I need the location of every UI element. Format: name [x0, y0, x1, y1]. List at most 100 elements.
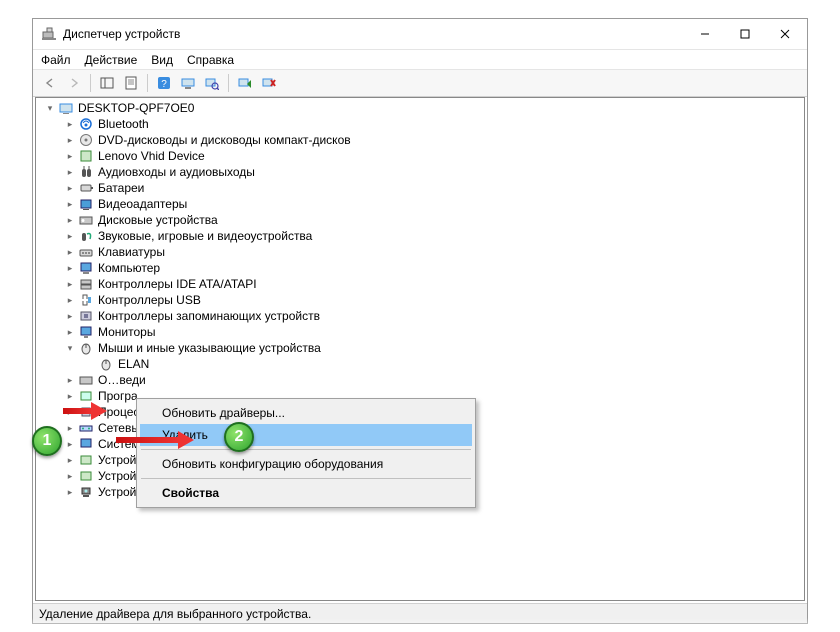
device-category-icon [78, 292, 94, 308]
ctx-rescan[interactable]: Обновить конфигурацию оборудования [140, 453, 472, 475]
menu-file[interactable]: Файл [41, 53, 71, 67]
tree-device-item[interactable]: ELAN [84, 356, 804, 372]
expand-icon[interactable]: ▸ [64, 166, 76, 178]
node-label: Bluetooth [98, 117, 149, 131]
node-label: Контроллеры IDE ATA/ATAPI [98, 277, 257, 291]
tree-category[interactable]: ▸ Bluetooth [64, 116, 804, 132]
annotation-arrow-1 [63, 408, 93, 414]
tree-category[interactable]: ▸О…веди [64, 372, 804, 388]
blur-overlay [0, 618, 840, 632]
tree-category[interactable]: ▸Дисковые устройства [64, 212, 804, 228]
node-label: Контроллеры USB [98, 293, 201, 307]
tree-category[interactable]: ▸ Компьютер [64, 260, 804, 276]
help-icon[interactable]: ? [153, 72, 175, 94]
device-category-icon [78, 180, 94, 196]
expand-icon[interactable]: ▸ [64, 326, 76, 338]
node-label: Мыши и иные указывающие устройства [98, 341, 321, 355]
window-controls [685, 20, 805, 48]
ctx-properties-label: Свойства [162, 486, 219, 500]
expand-icon[interactable]: ▸ [64, 230, 76, 242]
tree-category[interactable]: ▸ Аудиовходы и аудиовыходы [64, 164, 804, 180]
expand-icon[interactable]: ▸ [64, 470, 76, 482]
tree-category[interactable]: ▸ Контроллеры IDE ATA/ATAPI [64, 276, 804, 292]
collapse-icon[interactable]: ▾ [64, 342, 76, 354]
node-label: Клавиатуры [98, 245, 165, 259]
node-label: Програ [98, 389, 138, 403]
ctx-separator [141, 478, 471, 479]
tree-category-expanded[interactable]: ▾ Мыши и иные указывающие устройства [64, 340, 804, 356]
callout-label: 1 [43, 432, 52, 450]
device-category-icon [78, 420, 94, 436]
device-category-icon [78, 116, 94, 132]
expand-icon[interactable]: ▸ [64, 454, 76, 466]
node-label: ELAN [118, 357, 149, 371]
expand-icon[interactable]: ▸ [64, 486, 76, 498]
device-category-icon [98, 356, 114, 372]
annotation-callout-2: 2 [224, 422, 254, 452]
tree-root[interactable]: ▾DESKTOP-QPF7OE0 [44, 100, 804, 116]
tree-category[interactable]: ▸ Контроллеры запоминающих устройств [64, 308, 804, 324]
tree-category[interactable]: ▸Звуковые, игровые и видеоустройства [64, 228, 804, 244]
expand-icon[interactable]: ▸ [64, 118, 76, 130]
back-button[interactable] [39, 72, 61, 94]
svg-text:?: ? [161, 79, 167, 90]
callout-label: 2 [235, 428, 244, 446]
menu-action[interactable]: Действие [85, 53, 138, 67]
expand-icon[interactable]: ▸ [64, 150, 76, 162]
maximize-button[interactable] [725, 20, 765, 48]
menu-view[interactable]: Вид [151, 53, 173, 67]
expand-icon[interactable]: ▸ [64, 246, 76, 258]
enable-device-icon[interactable] [234, 72, 256, 94]
tree-category[interactable]: ▸ Контроллеры USB [64, 292, 804, 308]
node-label: Сетевы [98, 421, 140, 435]
node-label: Компьютер [98, 261, 160, 275]
device-category-icon [78, 484, 94, 500]
expand-icon[interactable]: ▸ [64, 294, 76, 306]
collapse-icon[interactable]: ▾ [44, 102, 56, 114]
expand-icon[interactable]: ▸ [64, 438, 76, 450]
tree-category[interactable]: ▸ Мониторы [64, 324, 804, 340]
tree-category[interactable]: ▸Батареи [64, 180, 804, 196]
device-category-icon [78, 372, 94, 388]
device-manager-icon [41, 26, 57, 42]
close-button[interactable] [765, 20, 805, 48]
minimize-button[interactable] [685, 20, 725, 48]
node-label: Аудиовходы и аудиовыходы [98, 165, 255, 179]
ctx-properties[interactable]: Свойства [140, 482, 472, 504]
computer-icon[interactable] [177, 72, 199, 94]
expand-icon[interactable]: ▸ [64, 390, 76, 402]
tree-category[interactable]: ▸DVD-дисководы и дисководы компакт-диско… [64, 132, 804, 148]
forward-button[interactable] [63, 72, 85, 94]
uninstall-device-icon[interactable] [258, 72, 280, 94]
expand-icon[interactable]: ▸ [64, 374, 76, 386]
node-label: Контроллеры запоминающих устройств [98, 309, 320, 323]
expand-icon[interactable]: ▸ [64, 214, 76, 226]
toolbar-separator [90, 74, 91, 92]
device-category-icon [78, 164, 94, 180]
tree-category[interactable]: ▸Lenovo Vhid Device [64, 148, 804, 164]
expand-icon[interactable]: ▸ [64, 198, 76, 210]
ctx-update-drivers[interactable]: Обновить драйверы... [140, 402, 472, 424]
device-manager-window: Диспетчер устройств Файл Действие Вид Сп… [32, 18, 808, 624]
expand-icon[interactable]: ▸ [64, 278, 76, 290]
toolbar-separator [228, 74, 229, 92]
expand-icon[interactable]: ▸ [64, 262, 76, 274]
expand-icon[interactable]: ▸ [64, 134, 76, 146]
toolbar-separator [147, 74, 148, 92]
device-category-icon [78, 340, 94, 356]
menu-help[interactable]: Справка [187, 53, 234, 67]
device-tree[interactable]: ▾DESKTOP-QPF7OE0 ▸ Bluetooth▸DVD-дисководы… [35, 97, 805, 601]
expand-icon[interactable]: ▸ [64, 422, 76, 434]
device-category-icon [78, 260, 94, 276]
node-label: Мониторы [98, 325, 155, 339]
tree-category[interactable]: ▸Видеоадаптеры [64, 196, 804, 212]
tree-category[interactable]: ▸ Клавиатуры [64, 244, 804, 260]
expand-icon[interactable]: ▸ [64, 310, 76, 322]
scan-hardware-icon[interactable] [201, 72, 223, 94]
show-panes-icon[interactable] [96, 72, 118, 94]
expand-icon[interactable]: ▸ [64, 182, 76, 194]
device-category-icon [78, 436, 94, 452]
device-category-icon [78, 452, 94, 468]
window-title: Диспетчер устройств [63, 27, 685, 41]
properties-icon[interactable] [120, 72, 142, 94]
